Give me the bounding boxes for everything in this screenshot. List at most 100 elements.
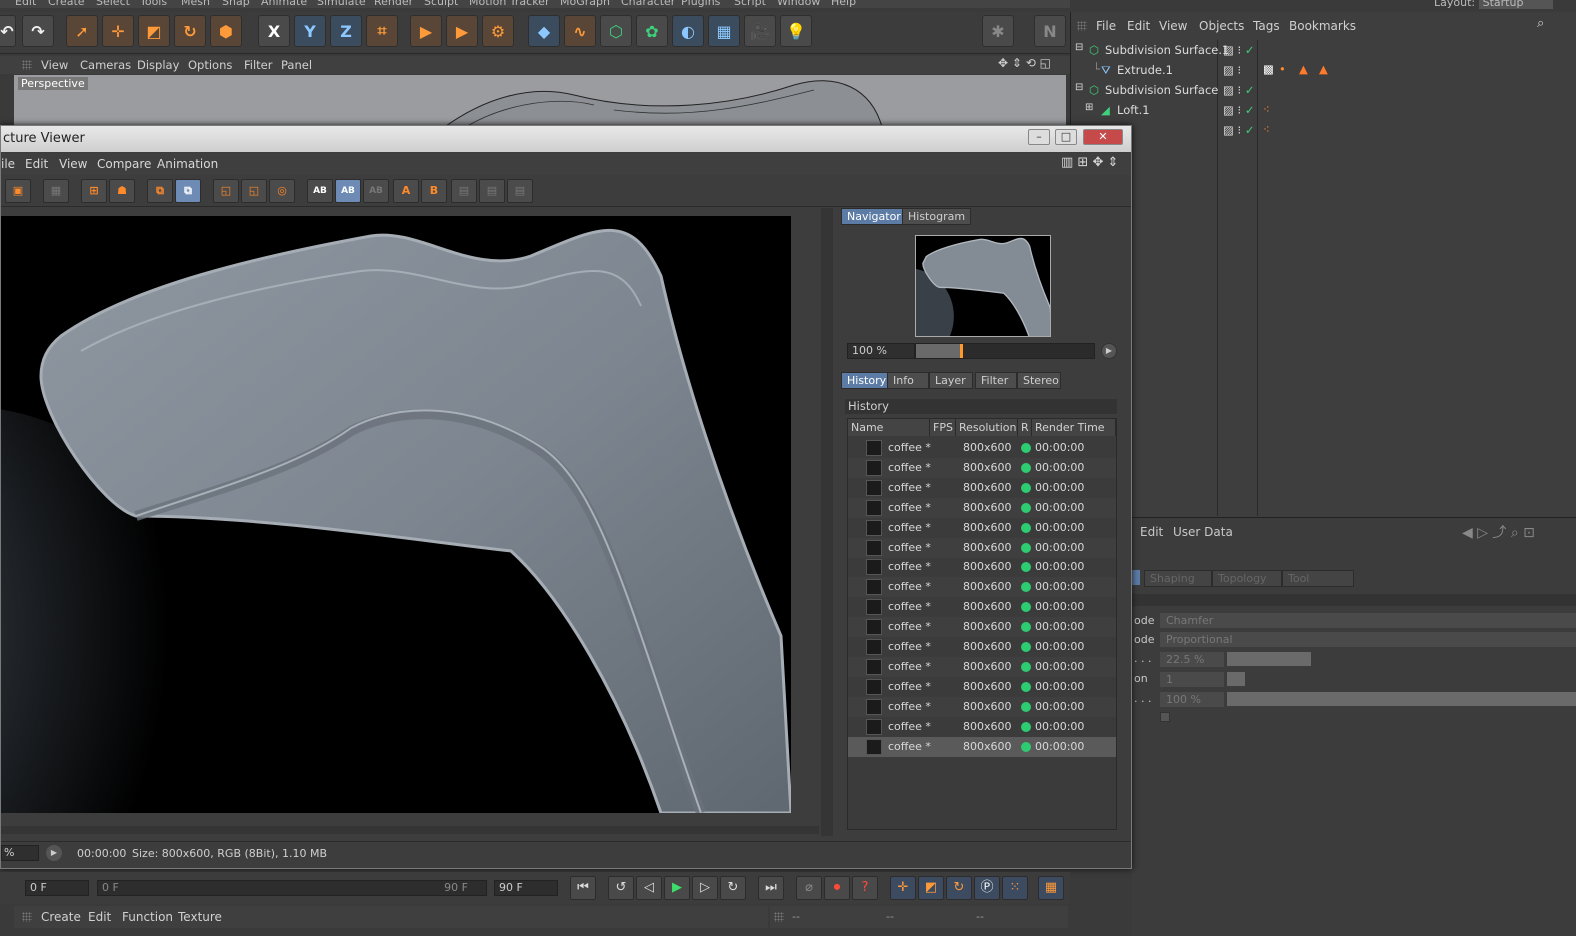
frame-range-slider[interactable]: 0 F 90 F [97, 880, 487, 896]
pv-menu-compare[interactable]: Compare [97, 157, 151, 171]
phong-tag-icon[interactable]: ▩ [1263, 62, 1274, 76]
column-header-r[interactable]: R [1018, 419, 1032, 436]
history-row[interactable]: coffee * 800x600 00:00:00 [848, 736, 1116, 757]
history-row[interactable]: coffee * 800x600 00:00:00 [848, 577, 1116, 598]
panel-layout-icons[interactable]: ▥ ⊞ ✥ ⇕ [1061, 155, 1118, 170]
selection-tag-icon[interactable]: ▲ [1319, 62, 1328, 76]
visibility-toggle[interactable]: ▨ ⁝ [1223, 63, 1241, 77]
history-row[interactable]: coffee * 800x600 00:00:00 [848, 457, 1116, 478]
history-row[interactable]: coffee * 800x600 00:00:00 [848, 677, 1116, 697]
om-menu-file[interactable]: File [1096, 19, 1116, 33]
zoom-slider-handle[interactable] [960, 344, 963, 358]
close-button[interactable]: ✕ [1083, 129, 1123, 145]
object-row[interactable]: ⊟ ⬡ Subdivision Surface ▨ ⁝ ✓ [1071, 80, 1576, 100]
copy-active-icon[interactable]: ⧉ [175, 179, 201, 203]
render-canvas[interactable] [1, 216, 791, 813]
recent-tools-button[interactable]: ⬢ [210, 15, 242, 47]
render-view-button[interactable]: ▶ [410, 15, 442, 47]
pv-menu-edit[interactable]: Edit [25, 157, 48, 171]
vertical-scrollbar[interactable] [821, 208, 833, 836]
column-header-resolution[interactable]: Resolution [956, 419, 1018, 436]
goto-end-button[interactable]: ⏭ [758, 876, 784, 900]
history-row[interactable]: coffee * 800x600 00:00:00 [848, 696, 1116, 717]
expand-icon[interactable]: ⊟ [1075, 82, 1083, 93]
main-menu-item[interactable]: Snap [222, 0, 250, 8]
mat-menu-function[interactable]: Function [122, 910, 173, 924]
spline-pen-icon[interactable]: ∿ [564, 15, 596, 47]
depth-input[interactable]: 100 % [1160, 692, 1224, 707]
tab-topology[interactable]: Topology [1212, 570, 1282, 587]
om-menu-tags[interactable]: Tags [1253, 19, 1280, 33]
cloner-icon[interactable]: ✿ [636, 15, 668, 47]
visibility-toggle[interactable]: ▨ ⁝ ✓ [1223, 123, 1254, 137]
am-nav-icons[interactable]: ◀ ▷ ⤴ ⌕ ⊡ [1462, 522, 1535, 542]
picture-viewer-titlebar[interactable]: cture Viewer – □ ✕ [1, 126, 1131, 152]
pv-menu-view[interactable]: View [59, 157, 87, 171]
pv-menu-animation[interactable]: Animation [157, 157, 218, 171]
main-menu-item[interactable]: Window [777, 0, 820, 8]
am-menu-user-data[interactable]: User Data [1173, 525, 1233, 539]
cube-icon[interactable]: ◆ [528, 15, 560, 47]
zoom-input[interactable]: 100 % [847, 343, 915, 359]
goto-start-button[interactable]: ⏮ [570, 876, 596, 900]
main-menu-item[interactable]: Sculpt [424, 0, 458, 8]
checkbox[interactable] [1160, 712, 1170, 722]
expand-icon[interactable]: ⊞ [1085, 102, 1093, 113]
key-pla-button[interactable]: ⁙ [1002, 876, 1028, 900]
subdivision-input[interactable]: 1 [1160, 672, 1224, 687]
autokey-off-button[interactable]: ⌀ [796, 876, 822, 900]
expand-icon[interactable]: ⊟ [1075, 42, 1083, 53]
main-menu-item[interactable]: Simulate [317, 0, 366, 8]
om-menu-objects[interactable]: Objects [1199, 19, 1244, 33]
object-row[interactable]: ⊞ ◢ Loft.1 ▨ ⁝ ✓ ⁖ [1071, 100, 1576, 120]
x-axis-button[interactable]: X [258, 15, 290, 47]
maximize-button[interactable]: □ [1055, 129, 1077, 145]
play-icon[interactable]: ▶ [1101, 343, 1117, 359]
tab-layer[interactable]: Layer [929, 372, 973, 389]
main-menu-item[interactable]: Help [831, 0, 856, 8]
object-row[interactable]: └ ⛛ Extrude.1 ▨ ⁝ ▩ • ▲ ▲ [1071, 60, 1576, 80]
texture-tag-icon[interactable]: ⁖ [1263, 102, 1270, 116]
prev-frame-button[interactable]: ◁ [636, 876, 662, 900]
tab-histogram[interactable]: Histogram [902, 208, 972, 225]
visibility-toggle[interactable]: ▨ ⁝ ✓ [1223, 103, 1254, 117]
pv-menu-file[interactable]: ile [1, 157, 15, 171]
main-menu-item[interactable]: Create [48, 0, 85, 8]
history-row[interactable]: coffee * 800x600 00:00:00 [848, 518, 1116, 538]
copy-icon[interactable]: ⧉ [147, 179, 173, 203]
mat-menu-create[interactable]: Create [41, 910, 81, 924]
viewport-menu-display[interactable]: Display [137, 58, 179, 72]
undo-button[interactable]: ↶ [0, 15, 16, 47]
coordinate-system-button[interactable]: ⌗ [366, 15, 398, 47]
z-axis-button[interactable]: Z [330, 15, 362, 47]
om-menu-edit[interactable]: Edit [1127, 19, 1150, 33]
deformer-icon[interactable]: ◐ [672, 15, 704, 47]
timeline-button[interactable]: ▦ [1038, 876, 1064, 900]
tab-history[interactable]: History [841, 372, 893, 389]
layout-select[interactable]: Startup [1478, 0, 1554, 9]
history-row[interactable]: coffee * 800x600 00:00:00 [848, 656, 1116, 677]
column-header-fps[interactable]: FPS [930, 419, 956, 436]
render-picture-viewer-button[interactable]: ▶ [446, 15, 478, 47]
object-name[interactable]: Loft.1 [1117, 103, 1150, 117]
search-icon[interactable]: ⌕ [1537, 16, 1544, 31]
render-settings-button[interactable]: ⚙ [482, 15, 514, 47]
mat-menu-texture[interactable]: Texture [178, 910, 222, 924]
viewport-menu-filter[interactable]: Filter [244, 58, 272, 72]
om-menu-bookmarks[interactable]: Bookmarks [1289, 19, 1356, 33]
main-menu-item[interactable]: Character [621, 0, 675, 8]
tab-shaping[interactable]: Shaping [1144, 570, 1212, 587]
column-header-name[interactable]: Name [848, 419, 930, 436]
region-b-icon[interactable]: ◱ [241, 179, 267, 203]
layer-icon[interactable]: ▤ [507, 179, 533, 203]
grid-icon[interactable]: ▦ [43, 179, 69, 203]
object-name[interactable]: Subdivision Surface.1 [1105, 43, 1229, 57]
scale-tool-button[interactable]: ◩ [138, 15, 170, 47]
object-name[interactable]: Extrude.1 [1117, 63, 1173, 77]
record-button[interactable]: ⏺ [824, 876, 850, 900]
texture-tag-icon[interactable]: ⁖ [1263, 122, 1270, 136]
tab-filter[interactable]: Filter [975, 372, 1017, 389]
snap-icon[interactable]: N [1034, 15, 1066, 47]
floor-icon[interactable]: ▦ [708, 15, 740, 47]
visibility-toggle[interactable]: ▨ ⁝ ✓ [1223, 43, 1254, 57]
